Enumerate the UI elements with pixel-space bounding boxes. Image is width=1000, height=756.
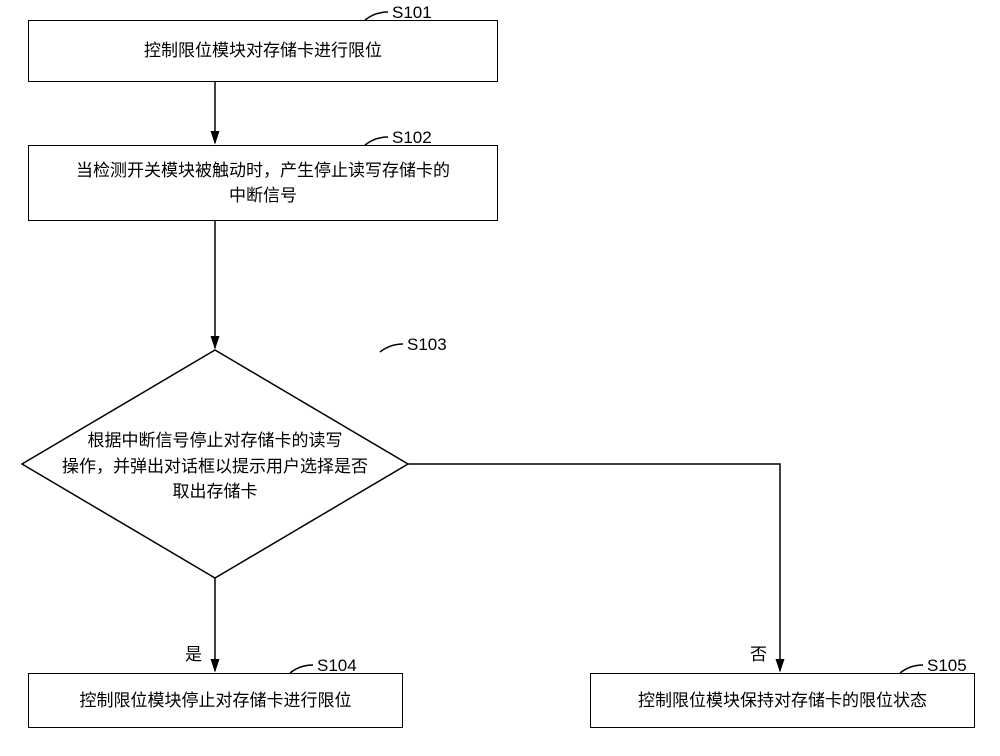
label-s101: S101 <box>392 3 432 23</box>
flowchart-svg <box>0 0 1000 756</box>
node-s105: 控制限位模块保持对存储卡的限位状态 <box>590 673 975 728</box>
node-s101-text: 控制限位模块对存储卡进行限位 <box>144 38 382 64</box>
node-s103-line2: 操作，并弹出对话框以提示用户选择是否 <box>60 454 370 480</box>
label-s105: S105 <box>927 656 967 676</box>
node-s101: 控制限位模块对存储卡进行限位 <box>28 20 498 82</box>
node-s104-text: 控制限位模块停止对存储卡进行限位 <box>80 688 352 714</box>
node-s102: 当检测开关模块被触动时，产生停止读写存储卡的 中断信号 <box>28 145 498 221</box>
label-s102: S102 <box>392 128 432 148</box>
node-s102-text: 当检测开关模块被触动时，产生停止读写存储卡的 中断信号 <box>76 158 450 209</box>
edge-label-no: 否 <box>750 640 767 665</box>
node-s104: 控制限位模块停止对存储卡进行限位 <box>28 673 403 728</box>
label-s103: S103 <box>407 335 447 355</box>
edge-label-yes: 是 <box>185 640 202 665</box>
label-s104: S104 <box>317 656 357 676</box>
node-s105-text: 控制限位模块保持对存储卡的限位状态 <box>638 688 927 714</box>
node-s103-line3: 取出存储卡 <box>60 479 370 505</box>
node-s103-line1: 根据中断信号停止对存储卡的读写 <box>60 428 370 454</box>
node-s103: 根据中断信号停止对存储卡的读写 操作，并弹出对话框以提示用户选择是否 取出存储卡 <box>60 428 370 505</box>
